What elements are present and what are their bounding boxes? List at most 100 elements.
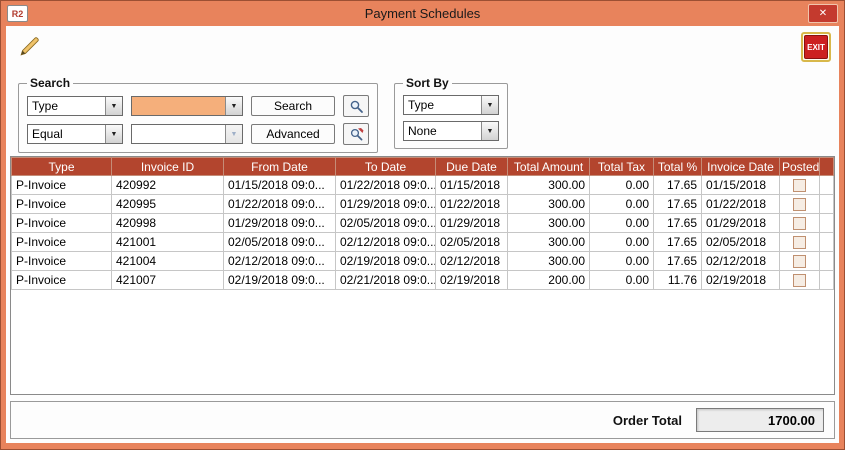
column-header-type[interactable]: Type <box>12 158 112 176</box>
cell-total-tax: 0.00 <box>590 214 654 233</box>
cell-due-date: 02/19/2018 <box>436 271 508 290</box>
cell-total-pct: 17.65 <box>654 252 702 271</box>
order-total-label: Order Total <box>613 413 682 428</box>
chevron-down-icon: ▼ <box>225 125 242 143</box>
table-row[interactable]: P-Invoice42100402/12/2018 09:0...02/19/2… <box>12 252 834 271</box>
sort-secondary-combo[interactable]: None ▼ <box>403 121 499 141</box>
cell-from-date: 01/29/2018 09:0... <box>224 214 336 233</box>
posted-checkbox[interactable] <box>793 236 806 249</box>
cell-type: P-Invoice <box>12 252 112 271</box>
exit-icon: EXIT <box>804 35 828 59</box>
column-header-total-amount[interactable]: Total Amount <box>508 158 590 176</box>
cell-total-pct: 11.76 <box>654 271 702 290</box>
chevron-down-icon[interactable]: ▼ <box>481 96 498 114</box>
search-group: Search Type ▼ ▼ Search <box>18 76 378 153</box>
exit-button[interactable]: EXIT <box>801 32 831 62</box>
sort-secondary-value: None <box>404 122 481 140</box>
column-header-posted[interactable]: Posted <box>780 158 820 176</box>
chevron-down-icon[interactable]: ▼ <box>105 125 122 143</box>
cell-filler <box>820 233 834 252</box>
filters-bar: Search Type ▼ ▼ Search <box>18 76 508 153</box>
search-value2-combo: ▼ <box>131 124 243 144</box>
cell-due-date: 02/05/2018 <box>436 233 508 252</box>
search-value2-text <box>132 125 225 143</box>
posted-checkbox[interactable] <box>793 217 806 230</box>
cell-type: P-Invoice <box>12 214 112 233</box>
cell-total-amount: 300.00 <box>508 233 590 252</box>
advanced-button[interactable]: Advanced <box>251 124 335 144</box>
cell-posted <box>780 252 820 271</box>
cell-total-pct: 17.65 <box>654 176 702 195</box>
column-header-invoice-date[interactable]: Invoice Date <box>702 158 780 176</box>
search-field-value: Type <box>28 97 105 115</box>
cell-total-tax: 0.00 <box>590 233 654 252</box>
cell-total-amount: 300.00 <box>508 176 590 195</box>
search-operator-value: Equal <box>28 125 105 143</box>
column-header-due-date[interactable]: Due Date <box>436 158 508 176</box>
table-row[interactable]: P-Invoice42099201/15/2018 09:0...01/22/2… <box>12 176 834 195</box>
cell-posted <box>780 214 820 233</box>
cell-due-date: 01/29/2018 <box>436 214 508 233</box>
cell-total-pct: 17.65 <box>654 195 702 214</box>
column-header-from-date[interactable]: From Date <box>224 158 336 176</box>
table-body: P-Invoice42099201/15/2018 09:0...01/22/2… <box>12 176 834 290</box>
cell-from-date: 01/15/2018 09:0... <box>224 176 336 195</box>
payment-schedules-window: R2 Payment Schedules ✕ EXIT Search Type … <box>0 0 845 450</box>
table-row[interactable]: P-Invoice42099801/29/2018 09:0...02/05/2… <box>12 214 834 233</box>
search-field-combo[interactable]: Type ▼ <box>27 96 123 116</box>
sortby-group: Sort By Type ▼ None ▼ <box>394 76 508 149</box>
posted-checkbox[interactable] <box>793 255 806 268</box>
cell-filler <box>820 271 834 290</box>
chevron-down-icon[interactable]: ▼ <box>105 97 122 115</box>
close-button[interactable]: ✕ <box>808 4 838 23</box>
cell-total-pct: 17.65 <box>654 214 702 233</box>
invoices-grid: TypeInvoice IDFrom DateTo DateDue DateTo… <box>10 156 835 395</box>
app-logo-icon: R2 <box>7 5 28 22</box>
table-row[interactable]: P-Invoice42099501/22/2018 09:0...01/29/2… <box>12 195 834 214</box>
cell-total-amount: 300.00 <box>508 252 590 271</box>
cell-total-amount: 300.00 <box>508 195 590 214</box>
column-header-invoice-id[interactable]: Invoice ID <box>112 158 224 176</box>
cell-invoice-date: 02/12/2018 <box>702 252 780 271</box>
column-header-total-pct[interactable]: Total % <box>654 158 702 176</box>
cell-invoice-date: 01/15/2018 <box>702 176 780 195</box>
magnifier-pencil-icon <box>349 127 364 142</box>
cell-total-amount: 300.00 <box>508 214 590 233</box>
column-header-total-tax[interactable]: Total Tax <box>590 158 654 176</box>
posted-checkbox[interactable] <box>793 274 806 287</box>
table-header-row: TypeInvoice IDFrom DateTo DateDue DateTo… <box>12 158 834 176</box>
cell-posted <box>780 195 820 214</box>
table-row[interactable]: P-Invoice42100102/05/2018 09:0...02/12/2… <box>12 233 834 252</box>
cell-to-date: 02/05/2018 09:0... <box>336 214 436 233</box>
sort-primary-value: Type <box>404 96 481 114</box>
search-button[interactable]: Search <box>251 96 335 116</box>
edit-button[interactable] <box>14 33 46 61</box>
chevron-down-icon[interactable]: ▼ <box>481 122 498 140</box>
cell-type: P-Invoice <box>12 195 112 214</box>
cell-invoice-date: 02/19/2018 <box>702 271 780 290</box>
column-header-to-date[interactable]: To Date <box>336 158 436 176</box>
table-row[interactable]: P-Invoice42100702/19/2018 09:0...02/21/2… <box>12 271 834 290</box>
pencil-icon <box>19 35 41 57</box>
cell-from-date: 02/05/2018 09:0... <box>224 233 336 252</box>
advanced-lookup-button[interactable] <box>343 123 369 145</box>
posted-checkbox[interactable] <box>793 198 806 211</box>
cell-filler <box>820 195 834 214</box>
search-lookup-button[interactable] <box>343 95 369 117</box>
cell-to-date: 02/12/2018 09:0... <box>336 233 436 252</box>
order-total-value: 1700.00 <box>696 408 824 432</box>
search-operator-combo[interactable]: Equal ▼ <box>27 124 123 144</box>
window-title: Payment Schedules <box>1 1 844 26</box>
footer-panel: Order Total 1700.00 <box>10 401 835 439</box>
search-value-combo[interactable]: ▼ <box>131 96 243 116</box>
posted-checkbox[interactable] <box>793 179 806 192</box>
titlebar[interactable]: R2 Payment Schedules ✕ <box>1 1 844 26</box>
cell-total-tax: 0.00 <box>590 252 654 271</box>
cell-invoice-id: 420995 <box>112 195 224 214</box>
sort-primary-combo[interactable]: Type ▼ <box>403 95 499 115</box>
cell-from-date: 02/19/2018 09:0... <box>224 271 336 290</box>
cell-type: P-Invoice <box>12 176 112 195</box>
cell-invoice-id: 421007 <box>112 271 224 290</box>
cell-total-tax: 0.00 <box>590 176 654 195</box>
chevron-down-icon[interactable]: ▼ <box>225 97 242 115</box>
